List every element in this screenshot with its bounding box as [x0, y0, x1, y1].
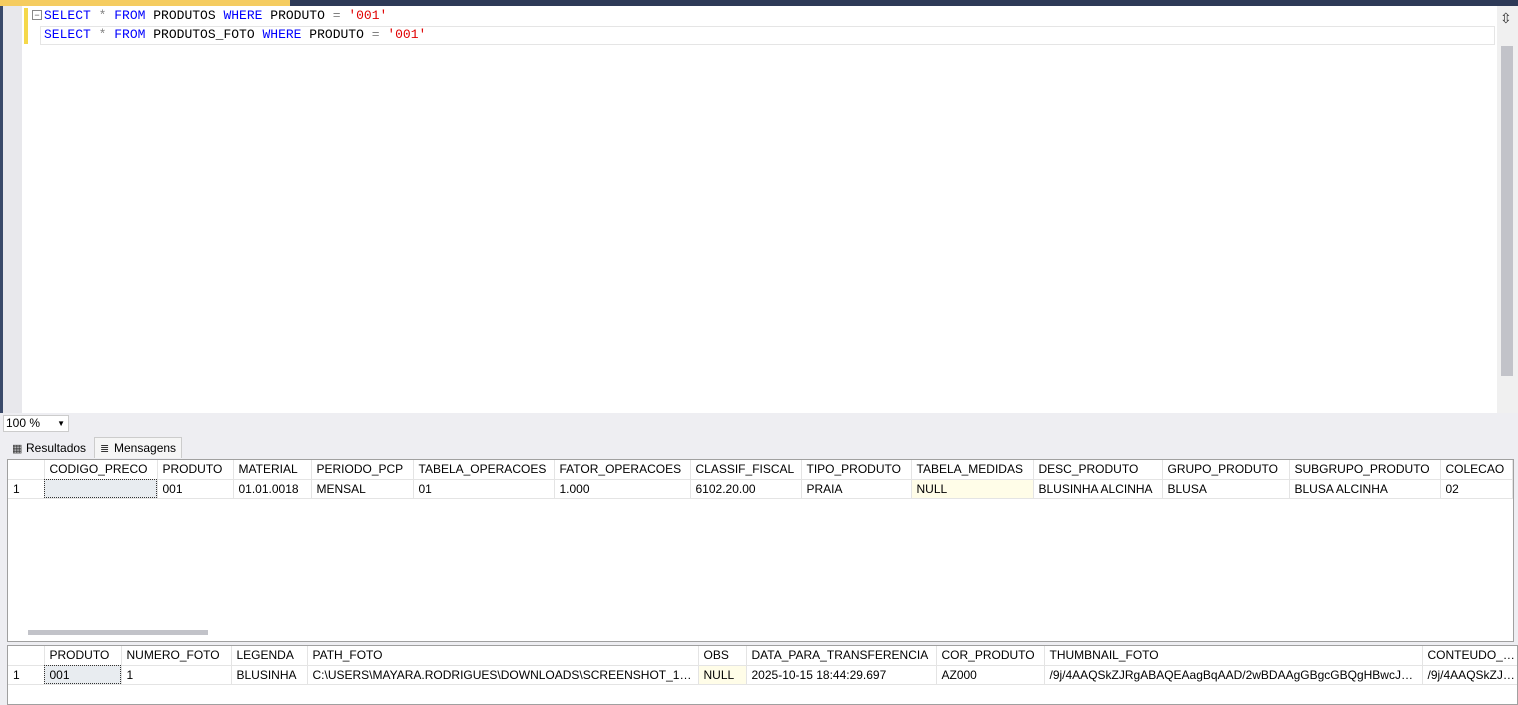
- table-cell[interactable]: 01: [413, 479, 555, 499]
- tab-messages-label: Mensagens: [114, 441, 177, 455]
- collapse-icon[interactable]: −: [32, 10, 42, 20]
- table-cell[interactable]: 2025-10-15 18:44:29.697: [746, 665, 937, 685]
- sql-token: PRODUTOS: [145, 8, 224, 23]
- sql-token: =: [371, 27, 380, 42]
- sql-token: '001': [387, 27, 427, 42]
- sql-token: '001': [348, 8, 388, 23]
- sql-editor[interactable]: − SELECT * FROM PRODUTOS WHERE PRODUTO =…: [0, 6, 1497, 413]
- column-header[interactable]: FATOR_OPERACOES: [554, 460, 691, 480]
- change-marker: [24, 8, 28, 44]
- table-cell[interactable]: AZ000: [936, 665, 1045, 685]
- column-header[interactable]: LEGENDA: [231, 646, 308, 666]
- column-header[interactable]: COLECAO: [1440, 460, 1513, 480]
- table-cell[interactable]: 001: [157, 479, 234, 499]
- column-header[interactable]: THUMBNAIL_FOTO: [1044, 646, 1423, 666]
- table-cell[interactable]: 001: [44, 665, 122, 685]
- sql-line-1[interactable]: SELECT * FROM PRODUTOS WHERE PRODUTO = '…: [44, 7, 387, 25]
- column-header[interactable]: PRODUTO: [44, 646, 122, 666]
- table-cell[interactable]: /9j/4AAQSkZJRgABAQEAagBqAAD/2wBDAAgGBgcG…: [1044, 665, 1423, 685]
- table-cell[interactable]: 1: [121, 665, 232, 685]
- horizontal-scrollbar[interactable]: [28, 630, 208, 635]
- sql-token: SELECT: [44, 8, 91, 23]
- sql-token: SELECT: [44, 27, 91, 42]
- column-header[interactable]: OBS: [698, 646, 747, 666]
- column-header[interactable]: GRUPO_PRODUTO: [1162, 460, 1290, 480]
- table-cell[interactable]: PRAIA: [801, 479, 912, 499]
- table-row[interactable]: 1 001 01.01.0018 MENSAL 01 1.000 6102.20.00 PRA…: [8, 479, 1513, 499]
- column-header[interactable]: PATH_FOTO: [307, 646, 699, 666]
- tab-results-label: Resultados: [26, 441, 87, 455]
- sql-line-2[interactable]: SELECT * FROM PRODUTOS_FOTO WHERE PRODUT…: [44, 26, 426, 44]
- scrollbar-thumb[interactable]: [1501, 46, 1513, 376]
- column-header[interactable]: TABELA_OPERACOES: [413, 460, 555, 480]
- table-cell[interactable]: BLUSA ALCINHA: [1289, 479, 1441, 499]
- column-header[interactable]: CONTEUDO_FOTO: [1422, 646, 1517, 666]
- column-header[interactable]: CLASSIF_FISCAL: [690, 460, 802, 480]
- split-icon[interactable]: ⇳: [1500, 10, 1512, 27]
- column-header[interactable]: COR_PRODUTO: [936, 646, 1045, 666]
- sql-token: FROM: [114, 27, 146, 42]
- zoom-bar: 100 % ▼: [0, 413, 1497, 433]
- sql-token: *: [90, 8, 115, 23]
- row-number[interactable]: 1: [8, 479, 45, 499]
- table-cell[interactable]: 02: [1440, 479, 1513, 499]
- table-cell[interactable]: BLUSINHA ALCINHA: [1033, 479, 1163, 499]
- editor-vertical-scrollbar[interactable]: [1497, 6, 1518, 413]
- sql-token: WHERE: [223, 8, 263, 23]
- table-cell[interactable]: BLUSINHA: [231, 665, 308, 685]
- results-grid-produtos[interactable]: CODIGO_PRECO PRODUTO MATERIAL PERIODO_PCP TA…: [7, 459, 1514, 642]
- sql-token: WHERE: [262, 27, 302, 42]
- sql-token: PRODUTO: [301, 27, 372, 42]
- results-grid-produtos-foto[interactable]: PRODUTO NUMERO_FOTO LEGENDA PATH_FOTO OBS DAT…: [7, 645, 1518, 705]
- column-header[interactable]: [8, 646, 45, 666]
- table-cell[interactable]: NULL: [698, 665, 747, 685]
- column-header[interactable]: NUMERO_FOTO: [121, 646, 232, 666]
- table-cell[interactable]: 1.000: [554, 479, 691, 499]
- sql-token: FROM: [114, 8, 146, 23]
- column-header[interactable]: TABELA_MEDIDAS: [911, 460, 1034, 480]
- column-header[interactable]: DESC_PRODUTO: [1033, 460, 1163, 480]
- table-cell[interactable]: MENSAL: [311, 479, 414, 499]
- sql-token: *: [90, 27, 115, 42]
- column-header[interactable]: CODIGO_PRECO: [44, 460, 158, 480]
- row-number[interactable]: 1: [8, 665, 45, 685]
- column-header[interactable]: TIPO_PRODUTO: [801, 460, 912, 480]
- editor-gutter: [0, 6, 22, 413]
- column-header[interactable]: SUBGRUPO_PRODUTO: [1289, 460, 1441, 480]
- column-header[interactable]: PERIODO_PCP: [311, 460, 414, 480]
- column-header[interactable]: MATERIAL: [233, 460, 312, 480]
- table-cell[interactable]: [44, 479, 158, 499]
- chevron-down-icon: ▼: [57, 419, 65, 428]
- table-row[interactable]: 1 001 1 BLUSINHA C:\USERS\MAYARA.RODRIGUES\D…: [8, 665, 1517, 685]
- messages-icon: ≣: [100, 443, 110, 455]
- table-cell[interactable]: 01.01.0018: [233, 479, 312, 499]
- tab-results[interactable]: ▦ Resultados: [6, 437, 93, 458]
- tab-messages[interactable]: ≣ Mensagens: [94, 437, 183, 458]
- column-header[interactable]: DATA_PARA_TRANSFERENCIA: [746, 646, 937, 666]
- zoom-value: 100 %: [6, 416, 41, 430]
- table-cell[interactable]: C:\USERS\MAYARA.RODRIGUES\DOWNLOADS\SCRE…: [307, 665, 699, 685]
- sql-token: PRODUTOS_FOTO: [145, 27, 263, 42]
- table-cell[interactable]: BLUSA: [1162, 479, 1290, 499]
- column-header[interactable]: [8, 460, 45, 480]
- zoom-select[interactable]: 100 % ▼: [3, 415, 69, 432]
- sql-token: PRODUTO: [262, 8, 333, 23]
- table-cell[interactable]: NULL: [911, 479, 1034, 499]
- table-cell[interactable]: 6102.20.00: [690, 479, 802, 499]
- table-cell[interactable]: /9j/4AAQSkZJRgABAQEAagBqAAD: [1422, 665, 1517, 685]
- sql-token: =: [332, 8, 341, 23]
- column-header[interactable]: PRODUTO: [157, 460, 234, 480]
- grid-icon: ▦: [12, 443, 23, 455]
